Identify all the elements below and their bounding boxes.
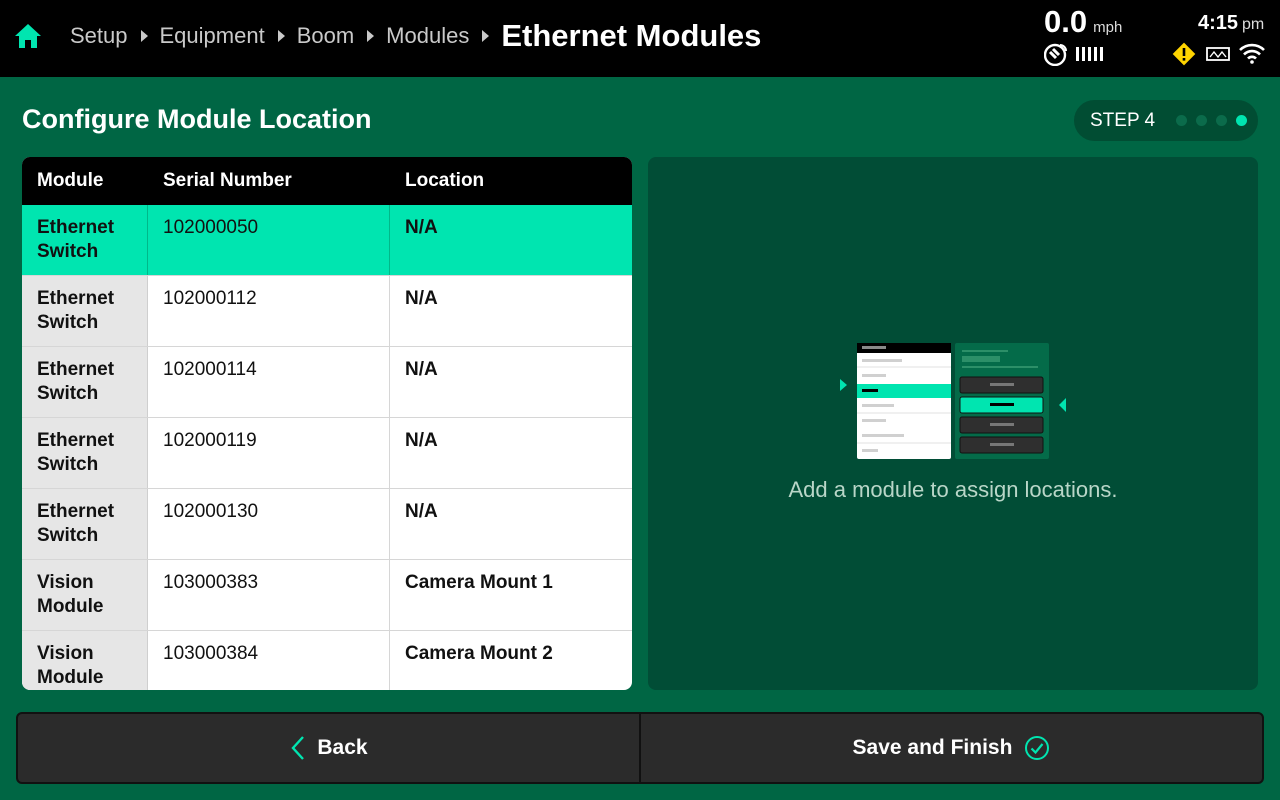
save-and-finish-button[interactable]: Save and Finish [641,714,1262,782]
wifi-icon[interactable] [1238,42,1266,64]
breadcrumb-equipment[interactable]: Equipment [160,23,265,49]
step-dot [1216,115,1227,126]
location-cell: Camera Mount 2 [405,643,553,664]
serial-cell: 102000130 [148,489,390,559]
table-row[interactable]: Ethernet Switch 102000130 N/A [22,489,632,560]
location-cell: N/A [405,430,438,451]
table-row[interactable]: Vision Module 103000383 Camera Mount 1 [22,560,632,631]
step-dot [1196,115,1207,126]
save-and-finish-label: Save and Finish [852,736,1013,759]
serial-cell: 102000112 [148,276,390,346]
breadcrumb-current: Ethernet Modules [501,18,762,53]
chevron-left-icon [289,734,307,762]
module-cell: Ethernet Switch [22,205,148,275]
speed-unit: mph [1093,19,1123,36]
serial-cell: 103000383 [148,560,390,630]
location-cell: N/A [405,501,438,522]
module-cell: Vision Module [22,631,148,690]
breadcrumb-boom[interactable]: Boom [297,23,354,49]
clock: 4:15 pm [1198,12,1264,35]
table-row[interactable]: Ethernet Switch 102000114 N/A [22,347,632,418]
chevron-right-icon [277,30,285,42]
column-header-location: Location [405,170,485,191]
back-button-label: Back [317,736,368,759]
breadcrumb-setup[interactable]: Setup [70,23,128,49]
location-cell: N/A [390,205,632,275]
module-cell: Ethernet Switch [22,418,148,488]
serial-cell: 102000114 [148,347,390,417]
chevron-right-icon [140,30,148,42]
check-circle-icon [1024,735,1050,761]
serial-cell: 102000050 [148,205,390,275]
breadcrumb-modules[interactable]: Modules [386,23,469,49]
module-cell: Vision Module [22,560,148,630]
top-bar: Setup Equipment Boom Modules Ethernet Mo… [0,0,1280,77]
chevron-right-icon [482,30,490,42]
modules-table: Module Serial Number Location Ethernet S… [22,157,632,690]
location-cell: Camera Mount 1 [405,572,553,593]
boom-icon[interactable] [1206,45,1230,63]
empty-state-message: Add a module to assign locations. [788,477,1118,502]
speed-value: 0.0 [1044,4,1088,39]
clock-suffix: pm [1242,16,1265,33]
column-header-serial: Serial Number [163,170,292,191]
chevron-right-icon [367,30,375,42]
table-header: Module Serial Number Location [22,157,632,205]
table-row[interactable]: Ethernet Switch 102000119 N/A [22,418,632,489]
location-panel: Add a module to assign locations. [648,157,1258,690]
step-dot-active [1236,115,1247,126]
breadcrumb: Setup Equipment Boom Modules Ethernet Mo… [70,0,761,72]
serial-cell: 103000384 [148,631,390,690]
column-header-module: Module [37,170,104,191]
table-row[interactable]: Vision Module 103000384 Camera Mount 2 [22,631,632,690]
step-label: STEP 4 [1090,109,1156,131]
satellite-icon[interactable] [1043,42,1070,67]
warning-icon[interactable] [1172,42,1196,66]
serial-cell: 102000119 [148,418,390,488]
module-cell: Ethernet Switch [22,276,148,346]
location-cell: N/A [405,288,438,309]
clock-time: 4:15 [1198,12,1239,34]
signal-bars-icon [1076,46,1104,62]
page-title: Configure Module Location [22,104,372,134]
home-icon[interactable] [14,22,42,50]
step-indicator: STEP 4 [1074,100,1258,141]
speed-readout: 0.0 mph [1044,4,1122,40]
step-dot [1176,115,1187,126]
footer-buttons: Back Save and Finish [16,712,1264,784]
table-row[interactable]: Ethernet Switch 102000112 N/A [22,276,632,347]
assign-location-illustration [840,341,1066,461]
module-cell: Ethernet Switch [22,489,148,559]
location-cell: N/A [405,359,438,380]
module-cell: Ethernet Switch [22,347,148,417]
table-row[interactable]: Ethernet Switch 102000050 N/A [22,205,632,276]
back-button[interactable]: Back [18,714,641,782]
